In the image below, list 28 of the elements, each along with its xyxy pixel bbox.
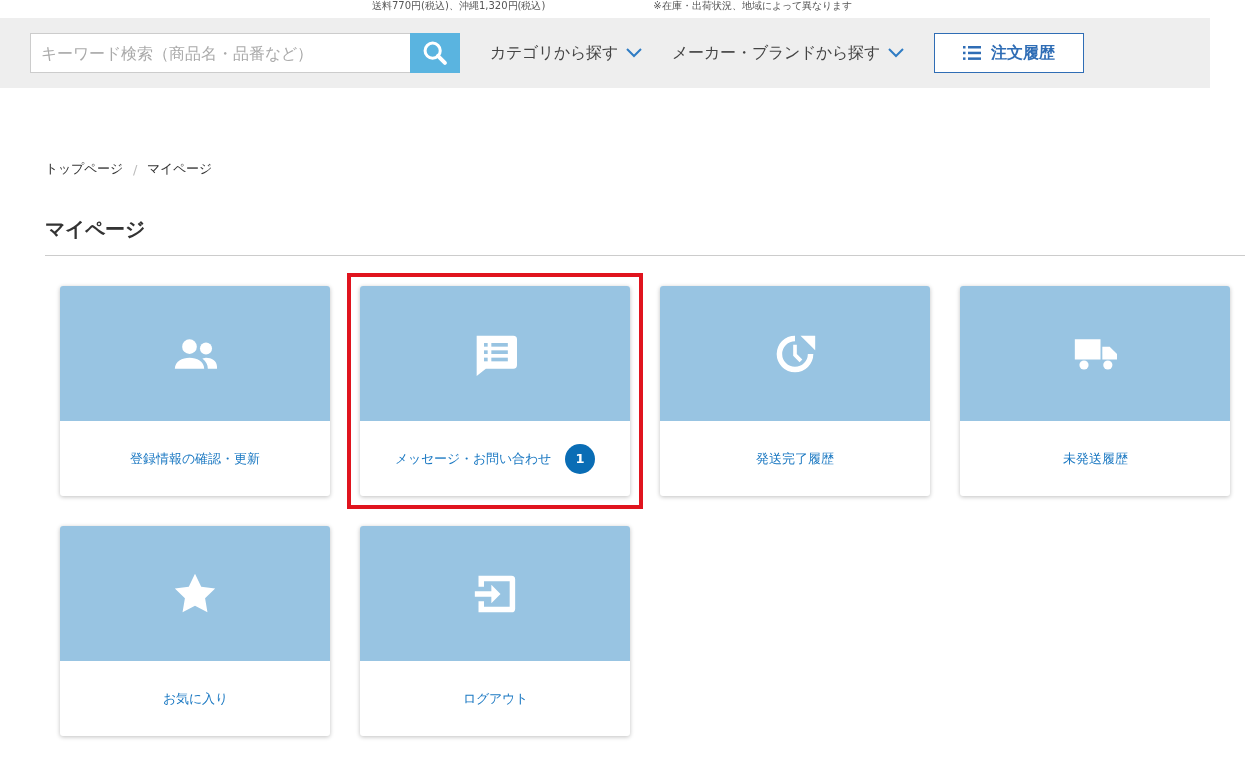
- card-label: 登録情報の確認・更新: [130, 449, 260, 468]
- card-label: ログアウト: [462, 689, 528, 708]
- breadcrumb-separator: /: [133, 161, 138, 177]
- shipping-note: ※在庫・出荷状況、地域によって異なります: [653, 0, 852, 12]
- menu-card[interactable]: 登録情報の確認・更新: [60, 286, 330, 496]
- card-label: 発送完了履歴: [756, 449, 834, 468]
- menu-card[interactable]: ログアウト: [360, 526, 630, 736]
- menu-card[interactable]: お気に入り: [60, 526, 330, 736]
- card-label: お気に入り: [162, 689, 228, 708]
- menu-card[interactable]: メッセージ・お問い合わせ 1: [360, 286, 630, 496]
- card-label: 未発送履歴: [1062, 449, 1128, 468]
- chevron-icon: [626, 48, 642, 58]
- breadcrumb-current: マイページ: [147, 160, 213, 178]
- menu-card[interactable]: 未発送履歴: [960, 286, 1230, 496]
- menu-card[interactable]: 発送完了履歴: [660, 286, 930, 496]
- order-history-button[interactable]: 注文履歴: [934, 33, 1084, 73]
- count-badge: 1: [565, 443, 595, 474]
- breadcrumb-link[interactable]: トップページ: [45, 160, 123, 178]
- shipping-note: 送料770円(税込)、沖縄1,320円(税込): [372, 0, 546, 12]
- search-icon: [421, 39, 449, 67]
- card-label: メッセージ・お問い合わせ: [395, 449, 551, 468]
- list-icon: [963, 46, 981, 60]
- nav-dropdown[interactable]: カテゴリから探す: [490, 42, 642, 64]
- search-button[interactable]: [410, 33, 460, 73]
- search-field[interactable]: キーワード検索（商品名・品番など）: [30, 33, 410, 73]
- nav-dropdown[interactable]: メーカー・ブランドから探す: [672, 42, 904, 64]
- page-title: マイページ: [45, 216, 1245, 256]
- chevron-icon: [888, 48, 904, 58]
